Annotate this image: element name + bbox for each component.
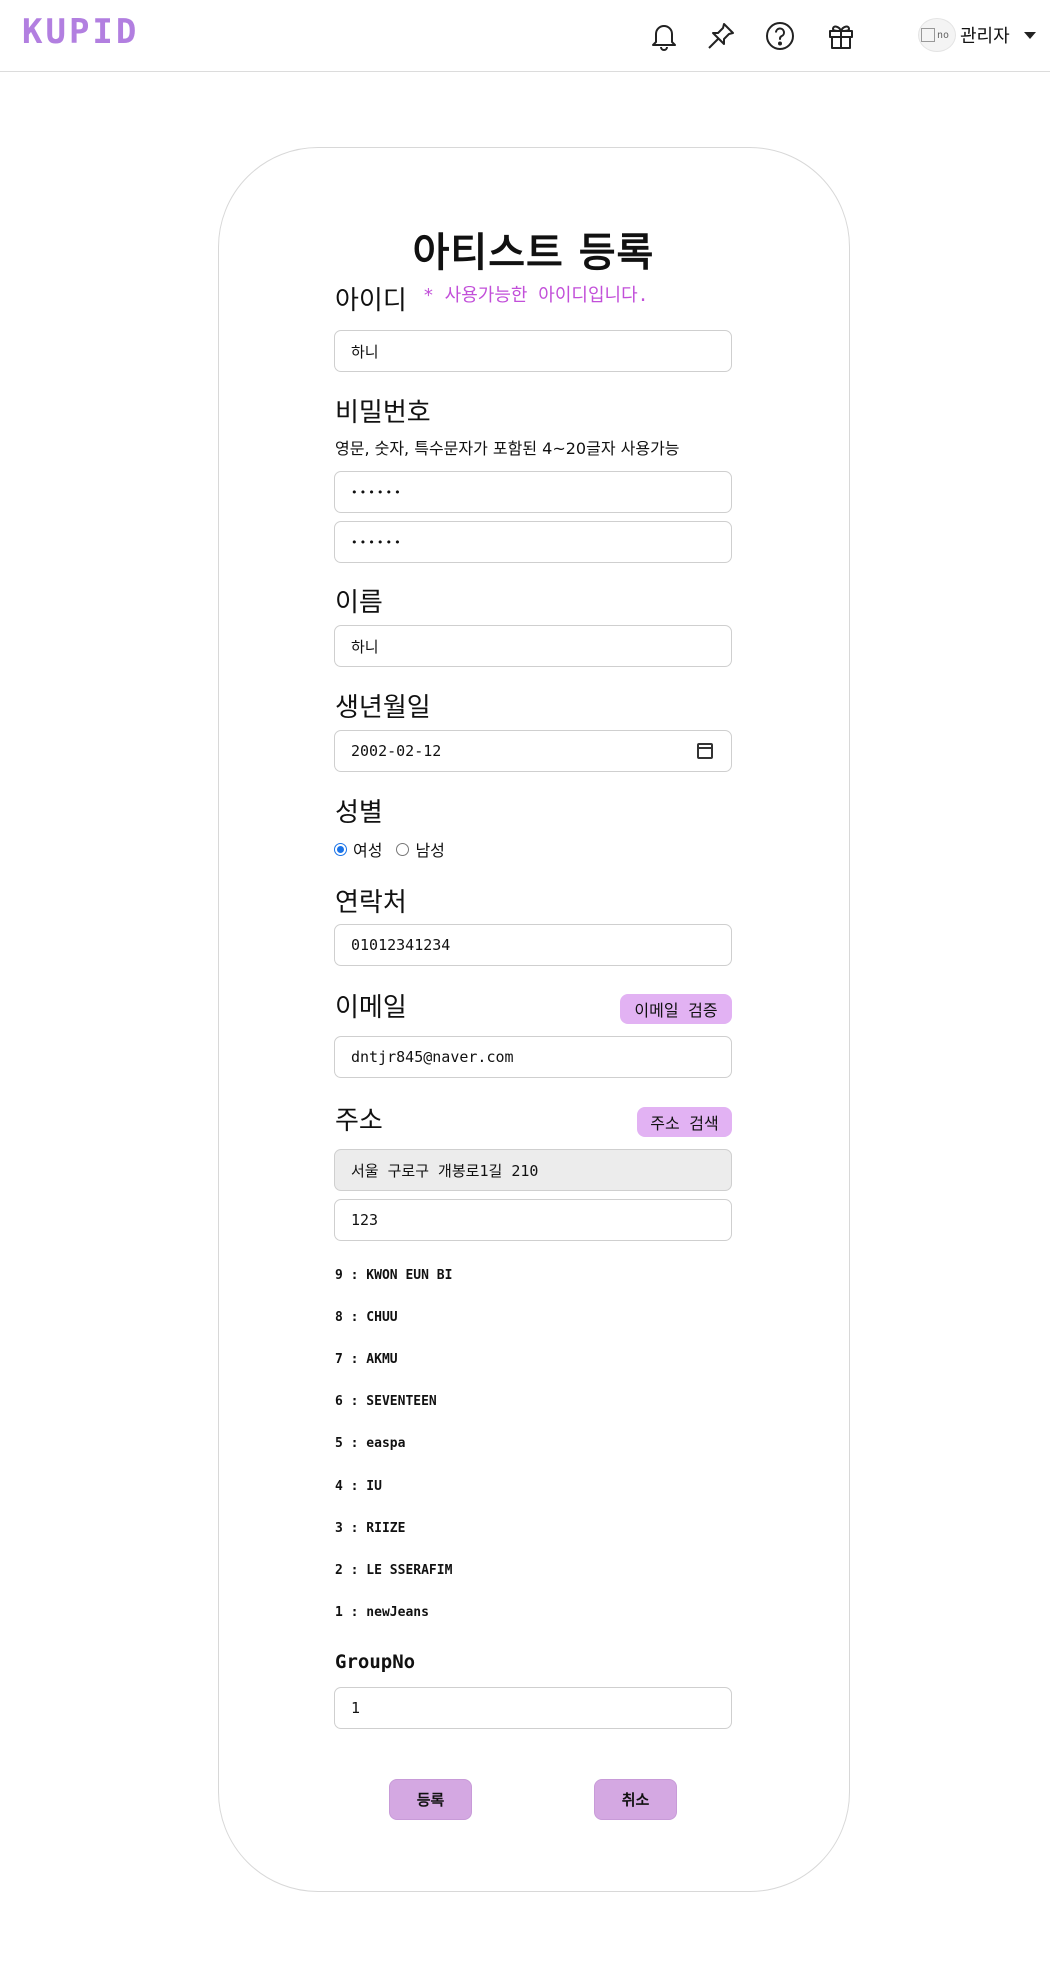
group-list-item: 4 : IU: [335, 1479, 382, 1494]
password-field[interactable]: ••••••: [334, 471, 732, 513]
cancel-button[interactable]: 취소: [594, 1779, 677, 1820]
group-list-item: 2 : LE SSERAFIM: [335, 1563, 453, 1578]
email-verify-button[interactable]: 이메일 검증: [620, 994, 732, 1024]
password-hint: 영문, 숫자, 특수문자가 포함된 4~20글자 사용가능: [335, 439, 680, 458]
chevron-down-icon[interactable]: [1023, 31, 1036, 39]
help-icon[interactable]: [762, 18, 798, 54]
avatar: no: [918, 18, 956, 52]
group-list-item: 1 : newJeans: [335, 1605, 429, 1620]
group-list-item: 7 : AKMU: [335, 1352, 398, 1367]
address-detail-field[interactable]: 123: [334, 1199, 732, 1241]
name-label: 이름: [335, 588, 383, 618]
birthdate-label: 생년월일: [335, 693, 431, 723]
logo[interactable]: KUPID: [22, 12, 139, 52]
birthdate-value: 2002-02-12: [351, 742, 442, 760]
email-label: 이메일: [335, 993, 407, 1023]
gender-radio-group: 여성 남성: [334, 837, 459, 861]
id-label: 아이디: [335, 286, 407, 316]
group-no-field[interactable]: 1: [334, 1687, 732, 1729]
gender-male-radio[interactable]: [396, 842, 410, 856]
phone-label: 연락처: [335, 888, 407, 918]
group-list-item: 8 : CHUU: [335, 1310, 398, 1325]
gender-label: 성별: [335, 798, 383, 828]
address-search-button[interactable]: 주소 검색: [637, 1107, 732, 1137]
page-title: 아티스트 등록: [412, 230, 655, 276]
email-field[interactable]: dntjr845@naver.com: [334, 1036, 732, 1078]
group-list-item: 3 : RIIZE: [335, 1521, 406, 1536]
id-field[interactable]: 하니: [334, 330, 732, 372]
group-list-item: 6 : SEVENTEEN: [335, 1394, 437, 1409]
calendar-icon[interactable]: [697, 743, 713, 759]
password-confirm-field[interactable]: ••••••: [334, 521, 732, 563]
register-card: [218, 147, 850, 1892]
password-label: 비밀번호: [335, 398, 431, 428]
id-available-message: * 사용가능한 아이디입니다.: [423, 285, 649, 306]
top-nav-bar: KUPID no 관리자: [0, 0, 1050, 72]
gender-female-radio[interactable]: [334, 842, 347, 856]
bell-icon[interactable]: [646, 18, 682, 54]
pin-icon[interactable]: [703, 18, 739, 54]
address-field: 서울 구로구 개봉로1길 210: [334, 1149, 732, 1191]
name-field[interactable]: 하니: [334, 625, 732, 667]
group-list-item: 5 : easpa: [335, 1436, 406, 1451]
user-name: 관리자: [960, 26, 1010, 47]
group-list-item: 9 : KWON EUN BI: [335, 1268, 453, 1283]
phone-field[interactable]: 01012341234: [334, 924, 732, 966]
gender-male-label[interactable]: 남성: [415, 837, 444, 861]
submit-button[interactable]: 등록: [389, 1779, 472, 1820]
user-menu[interactable]: no 관리자: [918, 18, 1036, 52]
gift-icon[interactable]: [823, 18, 859, 54]
gender-female-label[interactable]: 여성: [353, 837, 382, 861]
birthdate-field[interactable]: 2002-02-12: [334, 730, 732, 772]
group-no-label: GroupNo: [335, 1651, 416, 1673]
address-label: 주소: [335, 1106, 383, 1136]
